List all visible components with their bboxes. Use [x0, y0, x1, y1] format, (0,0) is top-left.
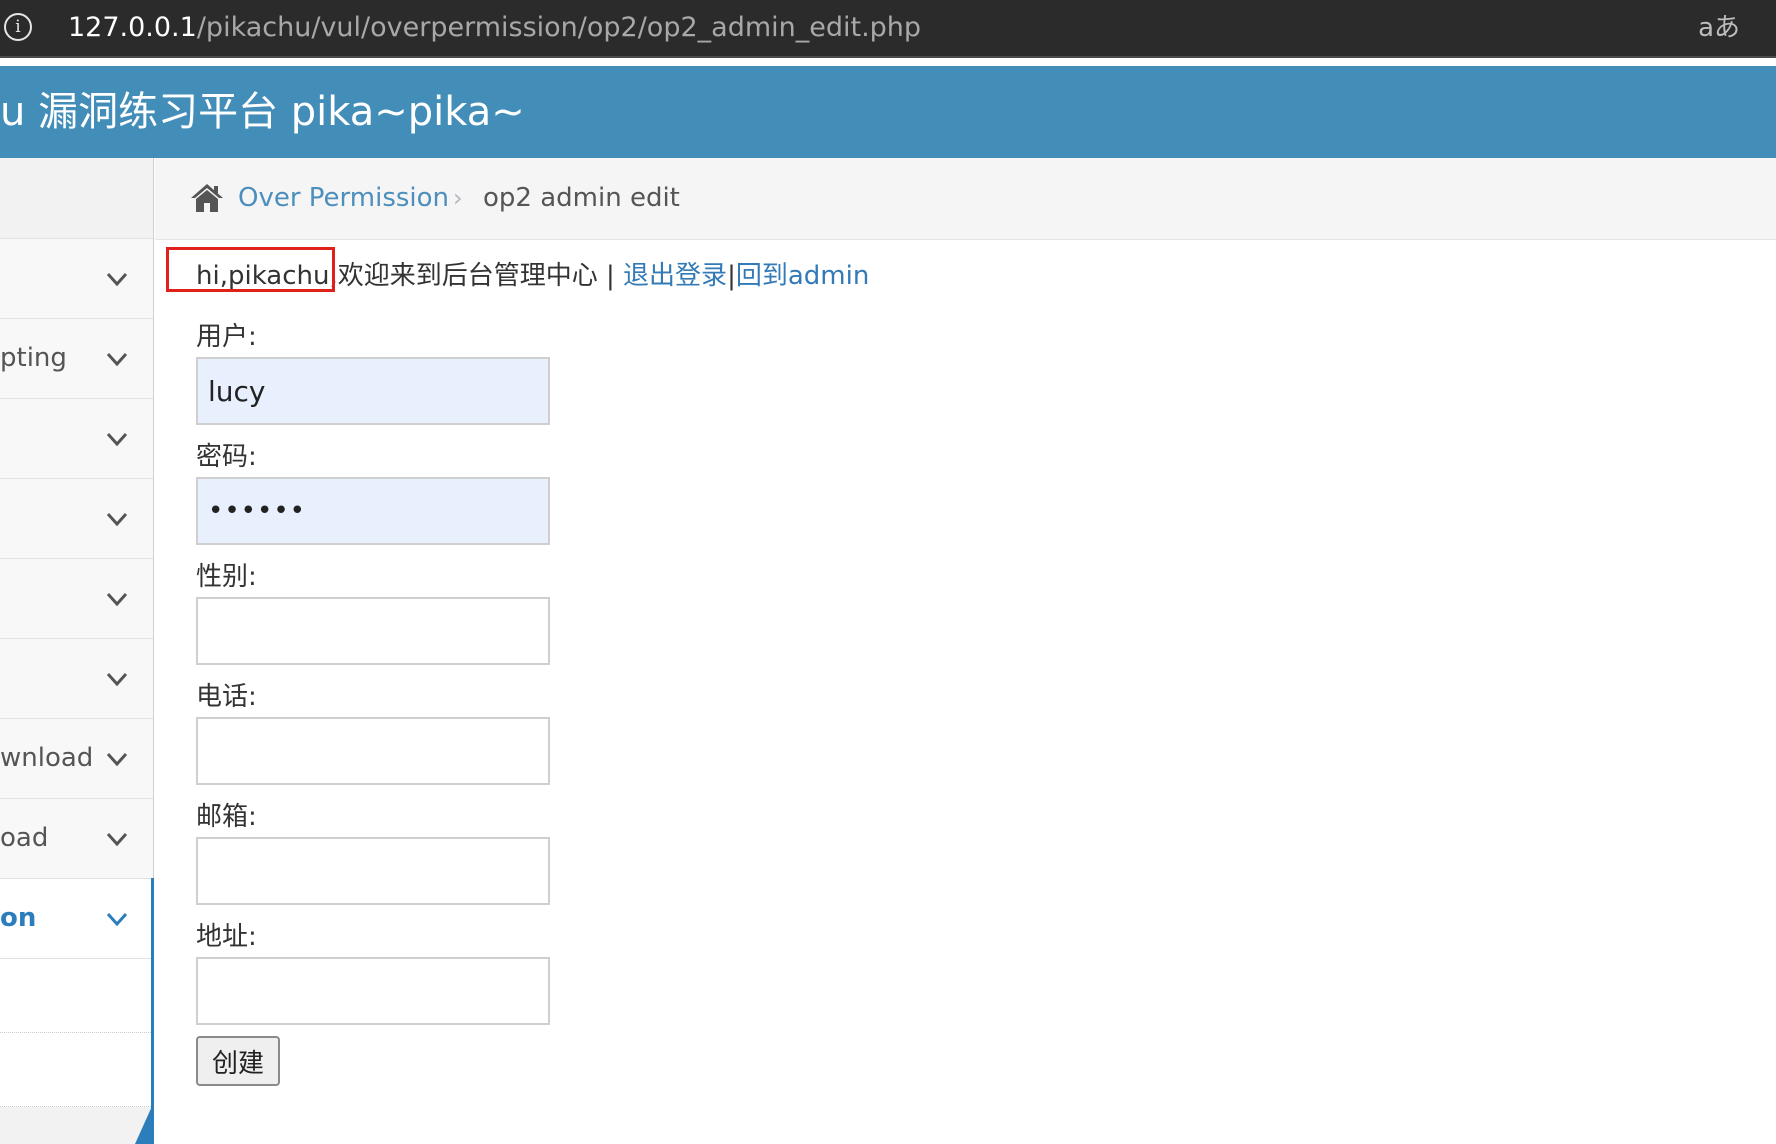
sidebar-item[interactable]: [0, 399, 153, 479]
username-label: 用户:: [196, 322, 257, 352]
address-label: 地址:: [196, 922, 257, 952]
username-input[interactable]: [196, 357, 550, 425]
phone-label: 电话:: [196, 682, 257, 712]
sidebar: pting wnload oad on: [0, 158, 154, 1144]
chevron-down-icon: [106, 912, 128, 927]
sidebar-item-label: pting: [0, 343, 67, 373]
breadcrumb-separator: ›: [453, 184, 463, 212]
sidebar-item-over-permission[interactable]: on: [0, 879, 154, 959]
logout-link[interactable]: 退出登录: [623, 261, 727, 291]
welcome-message: 欢迎来到后台管理中心 |: [337, 261, 624, 291]
sidebar-item[interactable]: [0, 479, 153, 559]
translate-icon[interactable]: aあ: [1698, 10, 1740, 46]
breadcrumb-link[interactable]: Over Permission: [238, 180, 449, 216]
breadcrumb: Over Permission › op2 admin edit: [155, 158, 1776, 240]
highlight-box: [166, 247, 335, 292]
email-input[interactable]: [196, 837, 550, 905]
site-header: u 漏洞练习平台 pika~pika~: [0, 66, 1776, 158]
browser-address-bar: i 127.0.0.1/pikachu/vul/overpermission/o…: [0, 0, 1776, 58]
sidebar-item-download[interactable]: wnload: [0, 719, 153, 799]
chevron-down-icon: [106, 752, 128, 767]
password-label: 密码:: [196, 442, 257, 472]
sidebar-subitem[interactable]: [0, 1033, 153, 1107]
back-to-admin-link[interactable]: 回到admin: [736, 261, 869, 291]
sidebar-item[interactable]: [0, 639, 153, 719]
sidebar-item[interactable]: [0, 239, 153, 319]
sidebar-item-label: wnload: [0, 743, 94, 773]
sidebar-item-upload[interactable]: oad: [0, 799, 153, 879]
sidebar-item-label: on: [0, 903, 37, 933]
sidebar-subitem[interactable]: [0, 959, 153, 1033]
info-icon[interactable]: i: [4, 13, 32, 41]
link-divider: |: [727, 261, 736, 291]
submit-button[interactable]: 创建: [196, 1036, 280, 1086]
sex-input[interactable]: [196, 597, 550, 665]
sidebar-item[interactable]: [0, 559, 153, 639]
url-path: /pikachu/vul/overpermission/op2/op2_admi…: [196, 12, 922, 43]
sidebar-accent: [135, 1104, 153, 1144]
url-text[interactable]: 127.0.0.1/pikachu/vul/overpermission/op2…: [68, 10, 921, 46]
chevron-down-icon: [106, 432, 128, 447]
chevron-down-icon: [106, 592, 128, 607]
chevron-down-icon: [106, 512, 128, 527]
address-input[interactable]: [196, 957, 550, 1025]
email-label: 邮箱:: [196, 802, 257, 832]
chevron-down-icon: [106, 272, 128, 287]
home-icon: [191, 184, 223, 212]
sidebar-item-xss[interactable]: pting: [0, 319, 153, 399]
sex-label: 性别:: [196, 562, 257, 592]
url-host: 127.0.0.1: [68, 12, 197, 43]
phone-input[interactable]: [196, 717, 550, 785]
chevron-down-icon: [106, 672, 128, 687]
breadcrumb-current: op2 admin edit: [483, 183, 680, 213]
sidebar-item-label: oad: [0, 823, 49, 853]
site-title[interactable]: u 漏洞练习平台 pika~pika~: [0, 86, 525, 138]
password-input[interactable]: [196, 477, 550, 545]
chevron-down-icon: [106, 832, 128, 847]
chevron-down-icon: [106, 352, 128, 367]
sidebar-top: [0, 158, 153, 239]
